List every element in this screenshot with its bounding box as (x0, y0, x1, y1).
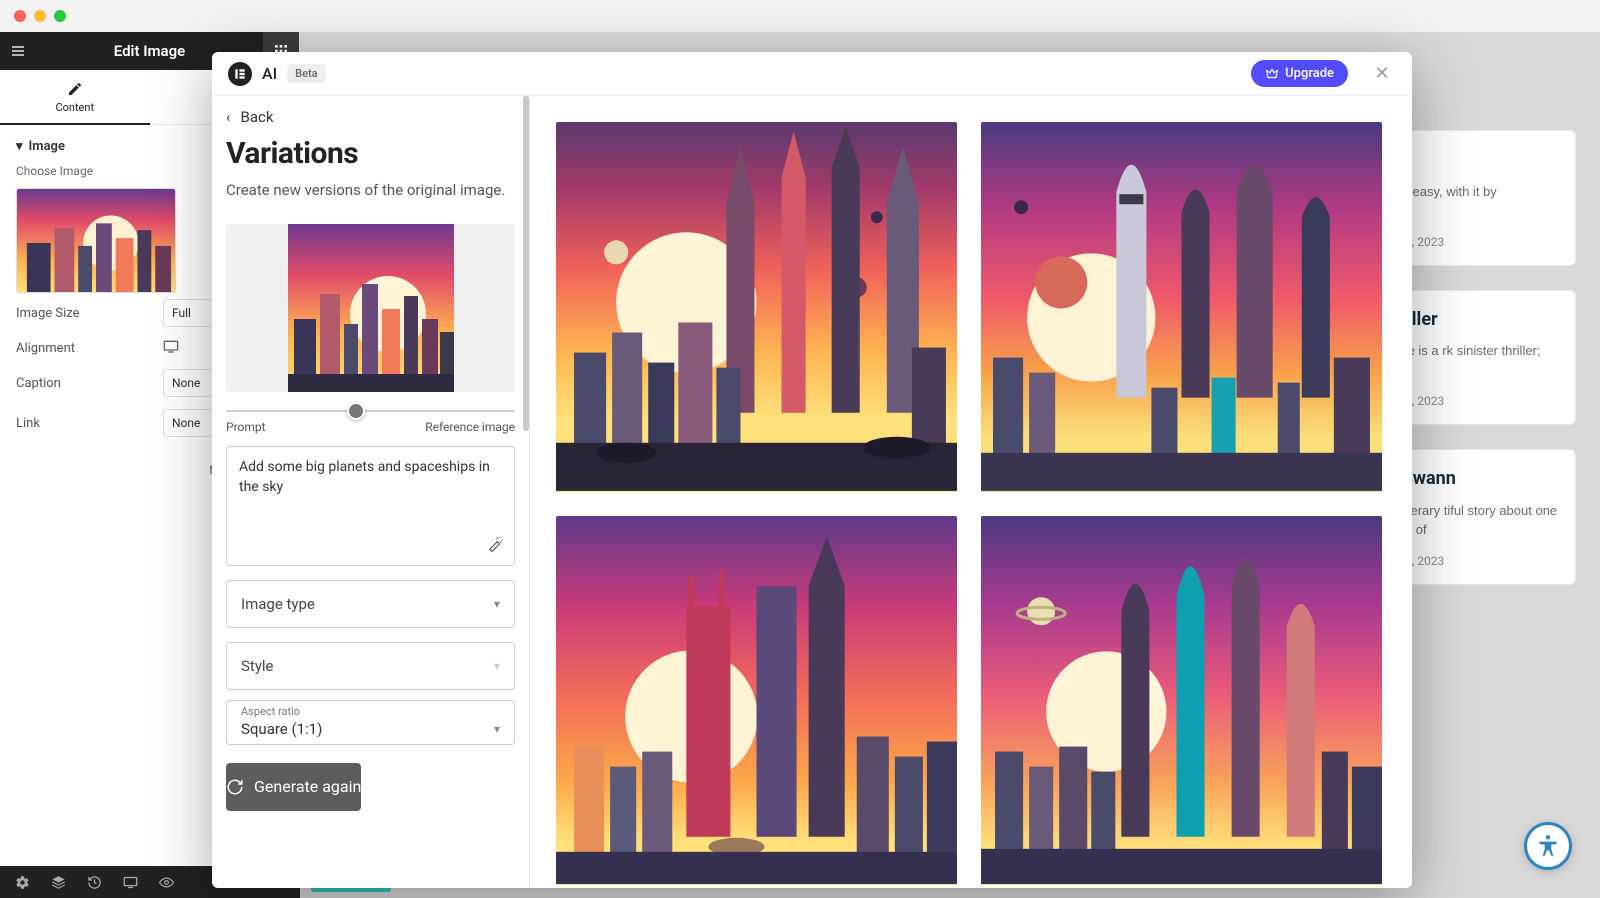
generated-image-4[interactable] (981, 516, 1382, 886)
generate-again-button[interactable]: Generate again (226, 763, 361, 811)
style-label: Style (241, 657, 274, 675)
prompt-input-container (226, 446, 515, 566)
caption-value: None (172, 376, 200, 390)
elementor-logo-icon (228, 62, 252, 86)
ai-header: AI Beta Upgrade ✕ (212, 52, 1412, 96)
tab-content[interactable]: Content (0, 70, 150, 124)
image-thumbnail[interactable] (16, 188, 176, 293)
prompt-reference-slider[interactable]: Prompt Reference image (212, 392, 529, 434)
history-icon[interactable] (76, 866, 112, 898)
caret-down-icon: ▾ (16, 139, 23, 154)
upgrade-label: Upgrade (1285, 66, 1334, 81)
style-select[interactable]: Style ▾ (226, 642, 515, 690)
generated-image-3[interactable] (556, 516, 957, 886)
generated-image-grid (530, 96, 1412, 888)
ai-brand: AI (262, 64, 277, 83)
chevron-down-icon: ▾ (494, 659, 500, 673)
responsive-mode-icon[interactable] (112, 866, 148, 898)
chevron-down-icon: ▾ (494, 722, 500, 736)
preview-icon[interactable] (148, 866, 184, 898)
slider-right-label: Reference image (425, 420, 515, 434)
aspect-ratio-select[interactable]: Aspect ratio Square (1:1) ▾ (226, 700, 515, 745)
reference-image[interactable] (226, 224, 515, 392)
chevron-down-icon: ▾ (494, 597, 500, 611)
generated-image-2[interactable] (981, 122, 1382, 492)
back-label: Back (241, 108, 274, 126)
page-subtitle: Create new versions of the original imag… (212, 179, 529, 216)
slider-handle[interactable] (347, 402, 365, 420)
menu-icon[interactable] (0, 32, 36, 70)
image-size-label: Image Size (16, 306, 163, 321)
enhance-prompt-icon[interactable] (486, 535, 504, 557)
link-label: Link (16, 416, 163, 431)
generated-image-1[interactable] (556, 122, 957, 492)
ai-controls-panel: ‹ Back Variations Create new versions of… (212, 96, 530, 888)
image-type-select[interactable]: Image type ▾ (226, 580, 515, 628)
page-title: Variations (212, 132, 529, 179)
settings-icon[interactable] (4, 866, 40, 898)
chevron-left-icon: ‹ (226, 108, 231, 126)
responsive-icon[interactable] (163, 339, 179, 357)
upgrade-button[interactable]: Upgrade (1251, 60, 1348, 87)
aspect-value: Square (1:1) (241, 720, 322, 738)
slider-left-label: Prompt (226, 420, 266, 434)
prompt-input[interactable] (239, 457, 502, 525)
close-modal-icon[interactable]: ✕ (1368, 60, 1396, 88)
navigator-icon[interactable] (40, 866, 76, 898)
window-minimize-dot[interactable] (34, 10, 46, 22)
window-maximize-dot[interactable] (54, 10, 66, 22)
tab-content-label: Content (55, 101, 94, 114)
beta-badge: Beta (287, 64, 325, 83)
ai-modal: AI Beta Upgrade ✕ ‹ Back Variations Crea… (212, 52, 1412, 888)
link-value: None (172, 416, 200, 430)
accessibility-button[interactable] (1524, 822, 1572, 870)
image-size-value: Full (172, 306, 191, 320)
generate-label: Generate again (254, 777, 361, 796)
aspect-label: Aspect ratio (241, 705, 500, 718)
back-button[interactable]: ‹ Back (212, 96, 529, 132)
window-titlebar (0, 0, 1600, 32)
alignment-label: Alignment (16, 341, 163, 356)
window-close-dot[interactable] (14, 10, 26, 22)
caption-label: Caption (16, 376, 163, 391)
section-image-label: Image (29, 139, 65, 154)
image-type-label: Image type (241, 595, 315, 613)
